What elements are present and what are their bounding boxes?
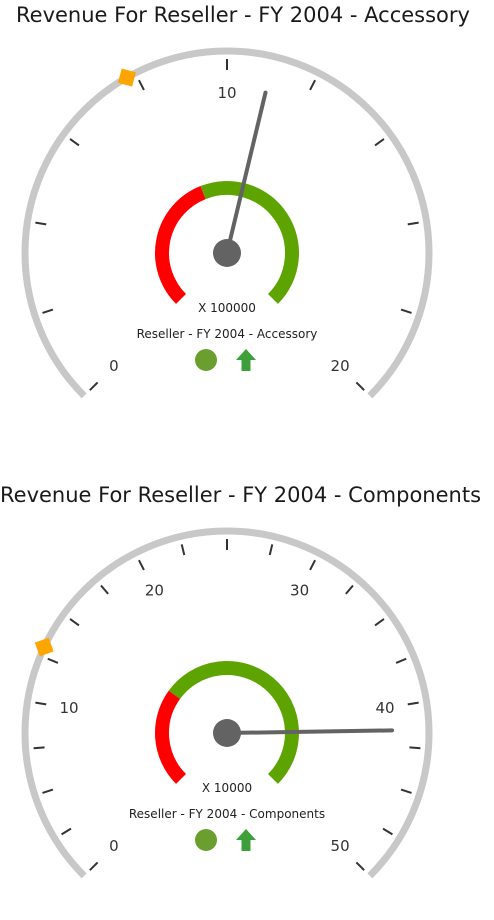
major-tick: [180, 544, 186, 556]
trend-up-arrow-icon: [236, 829, 256, 851]
gauge-dynamic-layer: 0 10 20: [21, 47, 433, 399]
marker-icon: [34, 637, 54, 657]
gauge-dynamic-layer: 0 10 20 30 40 50: [21, 527, 433, 879]
major-tick: [374, 138, 385, 147]
status-indicator-circle-icon: [195, 829, 217, 851]
major-tick: [89, 381, 99, 391]
major-tick: [400, 308, 412, 314]
major-tick: [382, 827, 393, 836]
major-tick: [69, 618, 80, 627]
major-tick: [138, 79, 145, 91]
major-tick: [268, 544, 274, 556]
major-tick: [407, 221, 419, 226]
major-tick: [400, 788, 412, 794]
major-tick: [345, 584, 354, 595]
scale-arc: [21, 47, 433, 399]
gauge-panel-components: Revenue For Reseller - FY 2004 - Compone…: [0, 480, 494, 920]
tick-label: 50: [331, 837, 350, 855]
major-tick: [309, 79, 316, 91]
major-tick: [69, 138, 80, 147]
trend-up-arrow-icon: [236, 349, 256, 371]
scale-arc: [21, 527, 433, 879]
tick-label: 0: [109, 837, 119, 855]
tick-label: 20: [331, 357, 350, 375]
multiplier-label: X 10000: [202, 781, 252, 795]
major-tick: [309, 559, 316, 571]
major-tick: [395, 657, 407, 664]
needle: [225, 90, 268, 255]
gauge-subtitle: Reseller - FY 2004 - Components: [129, 807, 325, 821]
major-tick: [89, 861, 99, 871]
range-bad-arc: [155, 690, 187, 784]
needle-pivot: [213, 719, 241, 747]
range-bad-arc: [155, 186, 206, 304]
multiplier-label: X 100000: [198, 301, 256, 315]
tick-label: 40: [375, 699, 394, 717]
major-tick: [35, 221, 47, 226]
major-tick: [42, 788, 54, 794]
range-good-arc: [200, 181, 299, 304]
needle-pivot: [213, 239, 241, 267]
major-tick: [409, 746, 421, 750]
major-tick: [355, 381, 365, 391]
major-tick: [33, 746, 45, 750]
major-tick: [35, 701, 47, 706]
status-indicator-circle-icon: [195, 349, 217, 371]
tick-label: 0: [109, 357, 119, 375]
tick-label: 20: [145, 581, 164, 599]
gauge-accessory: 0 10 20 X 100000 Reseller - FY 2004 - Acce…: [21, 47, 433, 399]
needle: [225, 728, 394, 735]
tick-label: 10: [217, 84, 236, 102]
major-tick: [374, 618, 385, 627]
tick-label: 30: [290, 581, 309, 599]
gauge-panel-accessory: Revenue For Reseller - FY 2004 - Accesso…: [0, 0, 494, 440]
gauge-components: 0 10 20 30 40 50 X 10000 Reseller - FY 2004 -…: [21, 527, 433, 879]
major-tick: [407, 701, 419, 706]
major-tick: [100, 584, 109, 595]
major-tick: [47, 657, 59, 664]
major-tick: [61, 827, 72, 836]
major-tick: [138, 559, 145, 571]
gauge-subtitle: Reseller - FY 2004 - Accessory: [137, 327, 318, 341]
tick-label: 10: [59, 699, 78, 717]
major-tick: [42, 308, 54, 314]
major-tick: [355, 861, 365, 871]
